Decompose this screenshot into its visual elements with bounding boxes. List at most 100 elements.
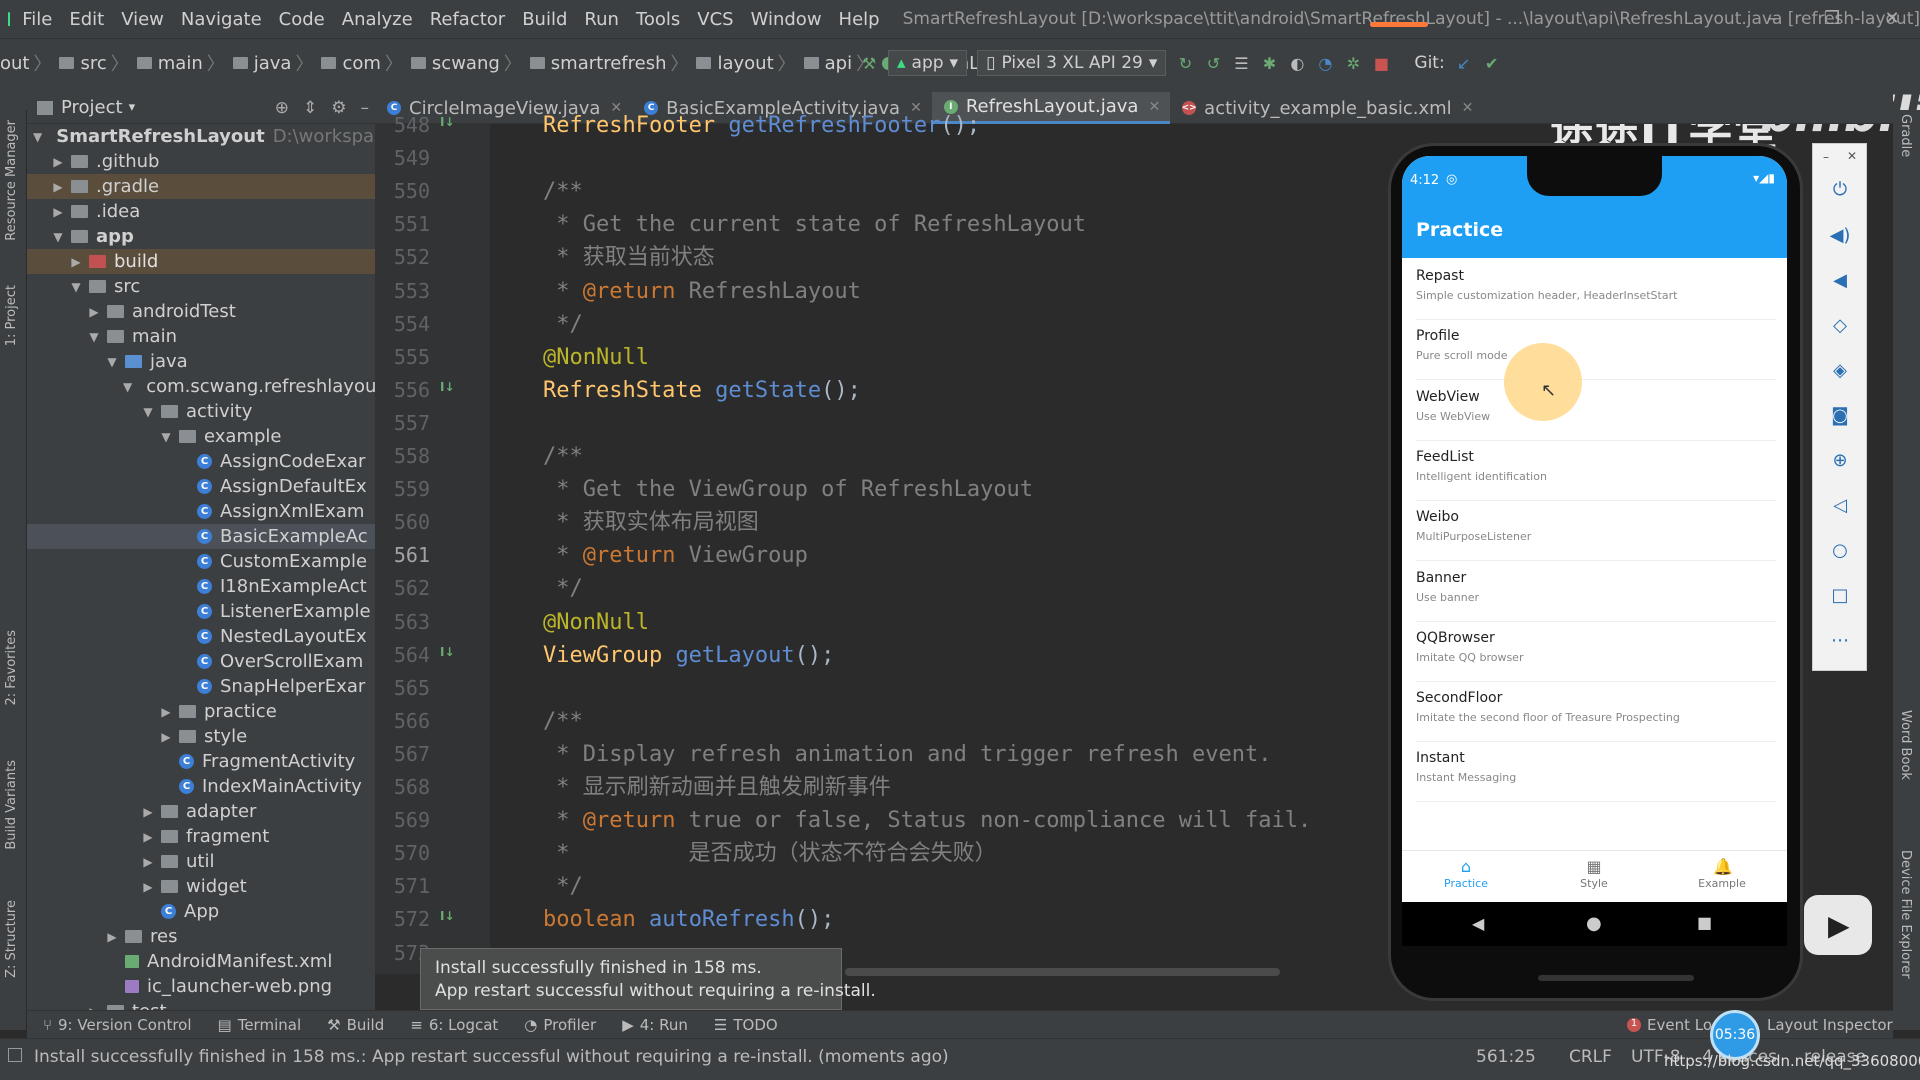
expand-arrow-icon[interactable]: ▶ bbox=[141, 880, 155, 894]
power-icon[interactable]: ⏻ bbox=[1829, 179, 1851, 201]
stop-icon[interactable]: ■ bbox=[1372, 54, 1390, 73]
gear-icon[interactable]: ⚙ bbox=[331, 98, 346, 118]
back-nav-icon[interactable]: ◀ bbox=[1472, 914, 1484, 933]
menu-item-tools[interactable]: Tools bbox=[636, 9, 680, 30]
expand-arrow-icon[interactable]: ▼ bbox=[105, 355, 119, 369]
tree-item[interactable]: C I18nExampleAct bbox=[27, 574, 375, 599]
expand-arrow-icon[interactable]: ▼ bbox=[69, 280, 83, 294]
breadcrumb-item[interactable]: layout 〉 bbox=[692, 50, 796, 76]
chevron-down-icon[interactable]: ▾ bbox=[129, 100, 136, 115]
tree-item[interactable]: C AssignCodeExar bbox=[27, 449, 375, 474]
tree-item[interactable]: C IndexMainActivity bbox=[27, 774, 375, 799]
implemented-marker-icon[interactable]: I↓ bbox=[440, 380, 460, 400]
menu-item-vcs[interactable]: VCS bbox=[697, 9, 733, 30]
expand-arrow-icon[interactable]: ▶ bbox=[51, 205, 65, 219]
expand-arrow-icon[interactable]: ▶ bbox=[141, 805, 155, 819]
breadcrumb-item[interactable]: smartrefresh 〉 bbox=[526, 50, 688, 76]
tree-item[interactable]: ▼ app bbox=[27, 224, 375, 249]
expand-arrow-icon[interactable]: ▼ bbox=[141, 405, 155, 419]
git-update-icon[interactable]: ↙ bbox=[1455, 54, 1473, 73]
recents-nav-icon[interactable]: ■ bbox=[1697, 913, 1712, 932]
line-separator[interactable]: CRLF bbox=[1569, 1047, 1612, 1067]
practice-list-item[interactable]: WebView Use WebView bbox=[1416, 381, 1776, 441]
tree-item[interactable]: ▶ practice bbox=[27, 699, 375, 724]
run-tab[interactable]: ▶ 4: Run bbox=[622, 1016, 688, 1034]
layout-inspector-tab[interactable]: Layout Inspector bbox=[1767, 1016, 1893, 1034]
breadcrumb-item[interactable]: out 〉 bbox=[0, 50, 51, 76]
volume-down-icon[interactable]: ◀ bbox=[1829, 270, 1851, 292]
tree-item[interactable]: ▶ widget bbox=[27, 874, 375, 899]
expand-arrow-icon[interactable]: ▼ bbox=[33, 130, 42, 144]
tree-item[interactable]: ▶ androidTest bbox=[27, 299, 375, 324]
breadcrumb-item[interactable]: com 〉 bbox=[317, 50, 403, 76]
breadcrumb-item[interactable]: java 〉 bbox=[229, 50, 313, 76]
tree-item[interactable]: ▼ main bbox=[27, 324, 375, 349]
resource-manager-tab[interactable]: Resource Manager bbox=[4, 120, 19, 241]
implemented-marker-icon[interactable]: I↓ bbox=[440, 909, 460, 929]
breadcrumb-item[interactable]: src 〉 bbox=[55, 50, 129, 76]
tree-item[interactable]: C FragmentActivity bbox=[27, 749, 375, 774]
tree-item[interactable]: AndroidManifest.xml bbox=[27, 949, 375, 974]
tree-item[interactable]: C App bbox=[27, 899, 375, 924]
implemented-marker-icon[interactable]: I↓ bbox=[440, 115, 460, 135]
bottom-nav-item[interactable]: ⌂ Practice bbox=[1416, 857, 1516, 890]
caret-position[interactable]: 561:25 bbox=[1476, 1047, 1536, 1067]
zoom-icon[interactable]: ⊕ bbox=[1829, 450, 1851, 472]
menu-item-code[interactable]: Code bbox=[279, 9, 325, 30]
expand-arrow-icon[interactable]: ▶ bbox=[69, 255, 83, 269]
practice-list-item[interactable]: Banner Use banner bbox=[1416, 562, 1776, 622]
code-editor[interactable]: RefreshFooter getRefreshFooter(); /** * … bbox=[490, 113, 1390, 974]
expand-arrow-icon[interactable]: ▼ bbox=[159, 430, 173, 444]
practice-list-item[interactable]: FeedList Intelligent identification bbox=[1416, 441, 1776, 501]
breadcrumb-item[interactable]: main 〉 bbox=[133, 50, 225, 76]
tree-item[interactable]: ▼ SmartRefreshLayout D:\workspace\tt bbox=[27, 124, 375, 149]
minimize-emulator-icon[interactable]: – bbox=[1823, 150, 1829, 164]
version-control-tab[interactable]: ⑂ 9: Version Control bbox=[43, 1016, 192, 1034]
locate-icon[interactable]: ⊕ bbox=[275, 98, 289, 118]
tree-item[interactable]: ▶ .idea bbox=[27, 199, 375, 224]
rerun-icon[interactable]: ☰ bbox=[1232, 54, 1250, 73]
menu-item-file[interactable]: File bbox=[22, 9, 52, 30]
make-project-icon[interactable]: ⚒ bbox=[860, 54, 878, 73]
menu-item-edit[interactable]: Edit bbox=[69, 9, 104, 30]
close-tab-icon[interactable]: ✕ bbox=[1148, 99, 1160, 115]
expand-arrow-icon[interactable]: ▼ bbox=[51, 230, 65, 244]
minimize-icon[interactable]: – bbox=[1762, 8, 1782, 29]
tree-item[interactable]: C NestedLayoutEx bbox=[27, 624, 375, 649]
expand-arrow-icon[interactable]: ▼ bbox=[87, 330, 101, 344]
emulator-screen[interactable]: 4:12 ◎ ▾◢▮ Practice Repast Simple customi… bbox=[1402, 156, 1787, 946]
build-tab[interactable]: ⚒ Build bbox=[327, 1016, 384, 1034]
expand-arrow-icon[interactable]: ▶ bbox=[87, 305, 101, 319]
git-commit-icon[interactable]: ✔ bbox=[1483, 54, 1501, 73]
horizontal-scrollbar[interactable] bbox=[845, 968, 1280, 976]
device-select[interactable]: ▯ Pixel 3 XL API 29 ▾ bbox=[977, 50, 1167, 76]
bottom-nav-item[interactable]: ▦ Style bbox=[1544, 857, 1644, 890]
tree-item[interactable]: C SnapHelperExar bbox=[27, 674, 375, 699]
tree-item[interactable]: ▼ com.scwang.refreshlayou bbox=[27, 374, 375, 399]
logcat-tab[interactable]: ≡ 6: Logcat bbox=[410, 1016, 498, 1034]
tree-item[interactable]: ic_launcher-web.png bbox=[27, 974, 375, 999]
tree-item[interactable]: ▼ java bbox=[27, 349, 375, 374]
project-panel-title[interactable]: Project bbox=[61, 97, 123, 118]
debug-icon[interactable]: ✱ bbox=[1260, 54, 1278, 73]
editor-tab[interactable]: <> activity_example_basic.xml ✕ bbox=[1170, 92, 1483, 124]
expand-arrow-icon[interactable]: ▶ bbox=[141, 830, 155, 844]
word-book-tab[interactable]: Word Book bbox=[1898, 710, 1913, 780]
collapse-all-icon[interactable]: ⇕ bbox=[303, 98, 317, 118]
home-nav-icon[interactable]: ● bbox=[1586, 913, 1602, 934]
implemented-marker-icon[interactable]: I↓ bbox=[440, 645, 460, 665]
menu-item-analyze[interactable]: Analyze bbox=[342, 9, 413, 30]
gradle-tab[interactable]: Gradle bbox=[1898, 114, 1913, 157]
apply-code-changes-icon[interactable]: ↺ bbox=[1204, 54, 1222, 73]
build-variants-tab[interactable]: Build Variants bbox=[4, 760, 19, 850]
practice-list-item[interactable]: SecondFloor Imitate the second floor of T… bbox=[1416, 682, 1776, 743]
menu-item-view[interactable]: View bbox=[121, 9, 164, 30]
more-icon[interactable]: ⋯ bbox=[1829, 630, 1851, 652]
run-config-select[interactable]: ▴ app ▾ bbox=[888, 50, 968, 76]
status-toggle-icon[interactable] bbox=[8, 1048, 22, 1062]
bottom-nav-item[interactable]: 🔔 Example bbox=[1672, 857, 1772, 890]
tree-item[interactable]: C ListenerExample bbox=[27, 599, 375, 624]
terminal-tab[interactable]: ▤ Terminal bbox=[218, 1016, 302, 1034]
practice-list-item[interactable]: Weibo MultiPurposeListener bbox=[1416, 501, 1776, 562]
tree-item[interactable]: ▶ .github bbox=[27, 149, 375, 174]
